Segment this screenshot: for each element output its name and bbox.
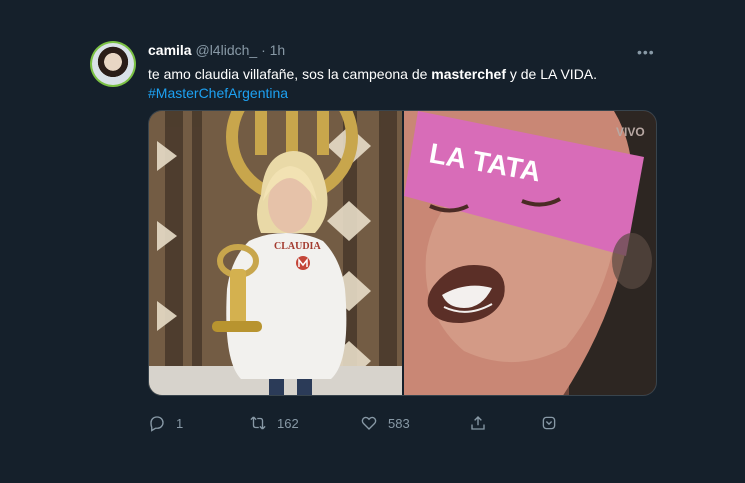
heart-icon [361,416,377,430]
tweet-time[interactable]: 1h [270,42,286,58]
tweet-text-part1: te amo claudia villafañe, sos la campeon… [148,66,432,82]
chef-trophy-illustration: CLAUDIA [149,111,402,395]
like-button[interactable]: 583 [360,414,410,432]
tweet[interactable]: camila @l4lidch_ · 1h ••• te amo claudia… [0,0,745,483]
apron-name: CLAUDIA [274,241,321,252]
tweet-media[interactable]: CLAUDIA LA TATA VIVO [148,110,657,396]
separator-dot: · [261,42,266,58]
media-photo-right[interactable]: LA TATA VIVO [404,111,656,395]
reply-button[interactable]: 1 [148,414,183,432]
share-button[interactable] [469,414,487,432]
more-icon[interactable]: ••• [637,44,655,60]
avatar-photo [92,43,134,85]
reply-count: 1 [176,415,184,431]
vivo-label: VIVO [616,125,645,139]
bookmark-icon [542,416,556,430]
like-count: 583 [388,415,410,431]
tweet-header: camila @l4lidch_ · 1h [148,42,285,58]
reply-icon [150,416,164,432]
media-photo-left[interactable]: CLAUDIA [149,111,402,395]
tweet-text: te amo claudia villafañe, sos la campeon… [148,65,597,103]
retweet-button[interactable]: 162 [249,414,299,432]
action-bar: 1 162 583 [0,414,745,434]
lata-face-illustration: LA TATA VIVO [404,111,656,395]
avatar[interactable] [90,41,136,87]
author-handle[interactable]: @l4lidch_ [195,42,257,58]
author-name[interactable]: camila [148,42,192,58]
bookmark-button[interactable] [540,414,558,432]
tweet-text-part2: y de LA VIDA. [505,66,598,82]
share-icon [471,416,485,430]
retweet-count: 162 [277,415,299,431]
hashtag-link[interactable]: #MasterChefArgentina [148,85,288,101]
retweet-icon [250,416,266,430]
tweet-text-bold: masterchef [431,66,506,82]
